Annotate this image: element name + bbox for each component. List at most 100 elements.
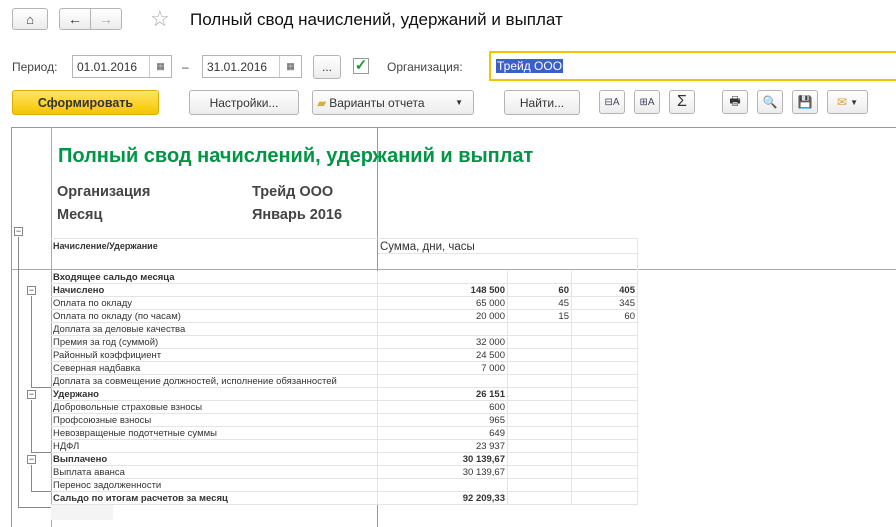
org-value: Трейд ООО — [496, 59, 564, 73]
collapse-report-toggle[interactable]: − — [14, 227, 23, 236]
report-variants-button[interactable]: ▰ Варианты отчета ▼ — [312, 90, 474, 115]
sigma-icon: Σ — [677, 93, 687, 110]
org-caption-value: Трейд ООО — [252, 184, 334, 200]
variants-label: Варианты отчета — [329, 95, 425, 110]
cell-days — [508, 375, 572, 388]
envelope-icon: ✉ — [837, 95, 848, 109]
cell-hours — [572, 336, 638, 349]
cell-days — [508, 388, 572, 401]
table-row[interactable]: Входящее сальдо месяца — [51, 271, 638, 284]
cell-hours — [572, 271, 638, 284]
printer-icon: 🖶 — [729, 93, 741, 108]
cell-name: Профсоюзные взносы — [51, 414, 378, 427]
cell-hours — [572, 479, 638, 492]
cell-days — [508, 336, 572, 349]
collapse-group-toggle[interactable]: − — [27, 286, 36, 295]
dropdown-arrow-icon: ▼ — [455, 98, 463, 107]
date-from-field[interactable]: 01.01.2016 ▦ — [72, 55, 172, 78]
date-to-field[interactable]: 31.01.2016 ▦ — [202, 55, 302, 78]
org-field[interactable]: Трейд ООО — [489, 51, 896, 81]
table-row[interactable]: Выплачено 30 139,67 — [51, 453, 638, 466]
collapse-group-toggle[interactable]: − — [27, 390, 36, 399]
cell-days — [508, 427, 572, 440]
cell-hours — [572, 440, 638, 453]
cell-hours — [572, 323, 638, 336]
table-row[interactable]: Доплата за совмещение должностей, исполн… — [51, 375, 638, 388]
page-title: Полный свод начислений, удержаний и выпл… — [190, 10, 563, 29]
col-header-name: Начисление/Удержание — [53, 241, 158, 251]
table-row[interactable]: НДФЛ 23 937 — [51, 440, 638, 453]
cell-name: Оплата по окладу (по часам) — [51, 310, 378, 323]
cell-days: 15 — [508, 310, 572, 323]
org-label: Организация: — [387, 60, 463, 74]
send-email-button[interactable]: ✉ ▼ — [827, 90, 868, 114]
calendar-icon[interactable]: ▦ — [279, 56, 301, 77]
cell-sum: 32 000 — [378, 336, 508, 349]
cell-hours — [572, 492, 638, 505]
cell-days — [508, 323, 572, 336]
table-row[interactable]: Перенос задолженности — [51, 479, 638, 492]
cell-days — [508, 414, 572, 427]
cell-sum: 30 139,67 — [378, 466, 508, 479]
favorite-star-icon[interactable]: ☆ — [150, 6, 170, 32]
find-button[interactable]: Найти... — [504, 90, 580, 115]
table-row[interactable]: Выплата аванса 30 139,67 — [51, 466, 638, 479]
cell-sum: 24 500 — [378, 349, 508, 362]
home-button[interactable]: ⌂ — [12, 8, 48, 30]
col-header-values: Сумма, дни, часы — [378, 239, 638, 254]
collapse-group-toggle[interactable]: − — [27, 455, 36, 464]
cell-name: Перенос задолженности — [51, 479, 378, 492]
forward-button[interactable]: → — [90, 8, 122, 30]
table-row[interactable]: Удержано 26 151 — [51, 388, 638, 401]
sum-button[interactable]: Σ — [669, 90, 695, 114]
expand-groups-icon: ⊞A — [639, 96, 655, 108]
expand-groups-button[interactable]: ⊟A — [599, 90, 625, 114]
cell-hours: 60 — [572, 310, 638, 323]
table-row[interactable]: Невозвращеные подотчетные суммы 649 — [51, 427, 638, 440]
cell-name: Выплата аванса — [51, 466, 378, 479]
table-row[interactable]: Доплата за деловые качества — [51, 323, 638, 336]
back-button[interactable]: ← — [59, 8, 91, 30]
date-from-value: 01.01.2016 — [77, 59, 138, 74]
cell-hours — [572, 349, 638, 362]
dropdown-arrow-icon: ▼ — [850, 97, 858, 107]
cell-sum: 23 937 — [378, 440, 508, 453]
org-checkbox[interactable]: ✓ — [353, 58, 369, 74]
collapse-groups-icon: ⊟A — [604, 96, 620, 108]
preview-button[interactable]: 🔍 — [757, 90, 783, 114]
cell-sum — [378, 323, 508, 336]
calendar-icon[interactable]: ▦ — [149, 56, 171, 77]
table-row[interactable]: Начислено 148 500 60 405 — [51, 284, 638, 297]
table-row[interactable]: Сальдо по итогам расчетов за месяц 92 209… — [51, 492, 638, 505]
cell-name: Доплата за деловые качества — [51, 323, 378, 336]
cell-name: Северная надбавка — [51, 362, 378, 375]
cell-days — [508, 453, 572, 466]
table-row[interactable]: Профсоюзные взносы 965 — [51, 414, 638, 427]
cell-sum: 649 — [378, 427, 508, 440]
print-button[interactable]: 🖶 — [722, 90, 748, 114]
table-row[interactable]: Оплата по окладу (по часам) 20 000 15 60 — [51, 310, 638, 323]
table-header: Начисление/Удержание Сумма, дни, часы — [51, 238, 638, 270]
cell-sum: 965 — [378, 414, 508, 427]
generate-button[interactable]: Сформировать — [12, 90, 159, 115]
cell-days — [508, 466, 572, 479]
date-to-value: 31.01.2016 — [207, 59, 268, 74]
table-row[interactable]: Северная надбавка 7 000 — [51, 362, 638, 375]
table-row[interactable]: Премия за год (суммой) 32 000 — [51, 336, 638, 349]
arrow-right-icon: → — [99, 11, 113, 27]
settings-button[interactable]: Настройки... — [189, 90, 299, 115]
table-row[interactable]: Районный коэффициент 24 500 — [51, 349, 638, 362]
table-row[interactable]: Оплата по окладу 65 000 45 345 — [51, 297, 638, 310]
cell-hours — [572, 414, 638, 427]
cell-name: Начислено — [51, 284, 378, 297]
period-label: Период: — [12, 60, 58, 74]
arrow-left-icon: ← — [68, 11, 82, 27]
folder-icon: ▰ — [317, 95, 327, 110]
cell-sum — [378, 375, 508, 388]
period-select-button[interactable]: ... — [313, 55, 341, 79]
expand-all-button[interactable]: ⊞A — [634, 90, 660, 114]
save-button[interactable]: 💾 — [792, 90, 818, 114]
empty-cell — [51, 505, 113, 520]
table-row[interactable]: Добровольные страховые взносы 600 — [51, 401, 638, 414]
cell-days — [508, 271, 572, 284]
